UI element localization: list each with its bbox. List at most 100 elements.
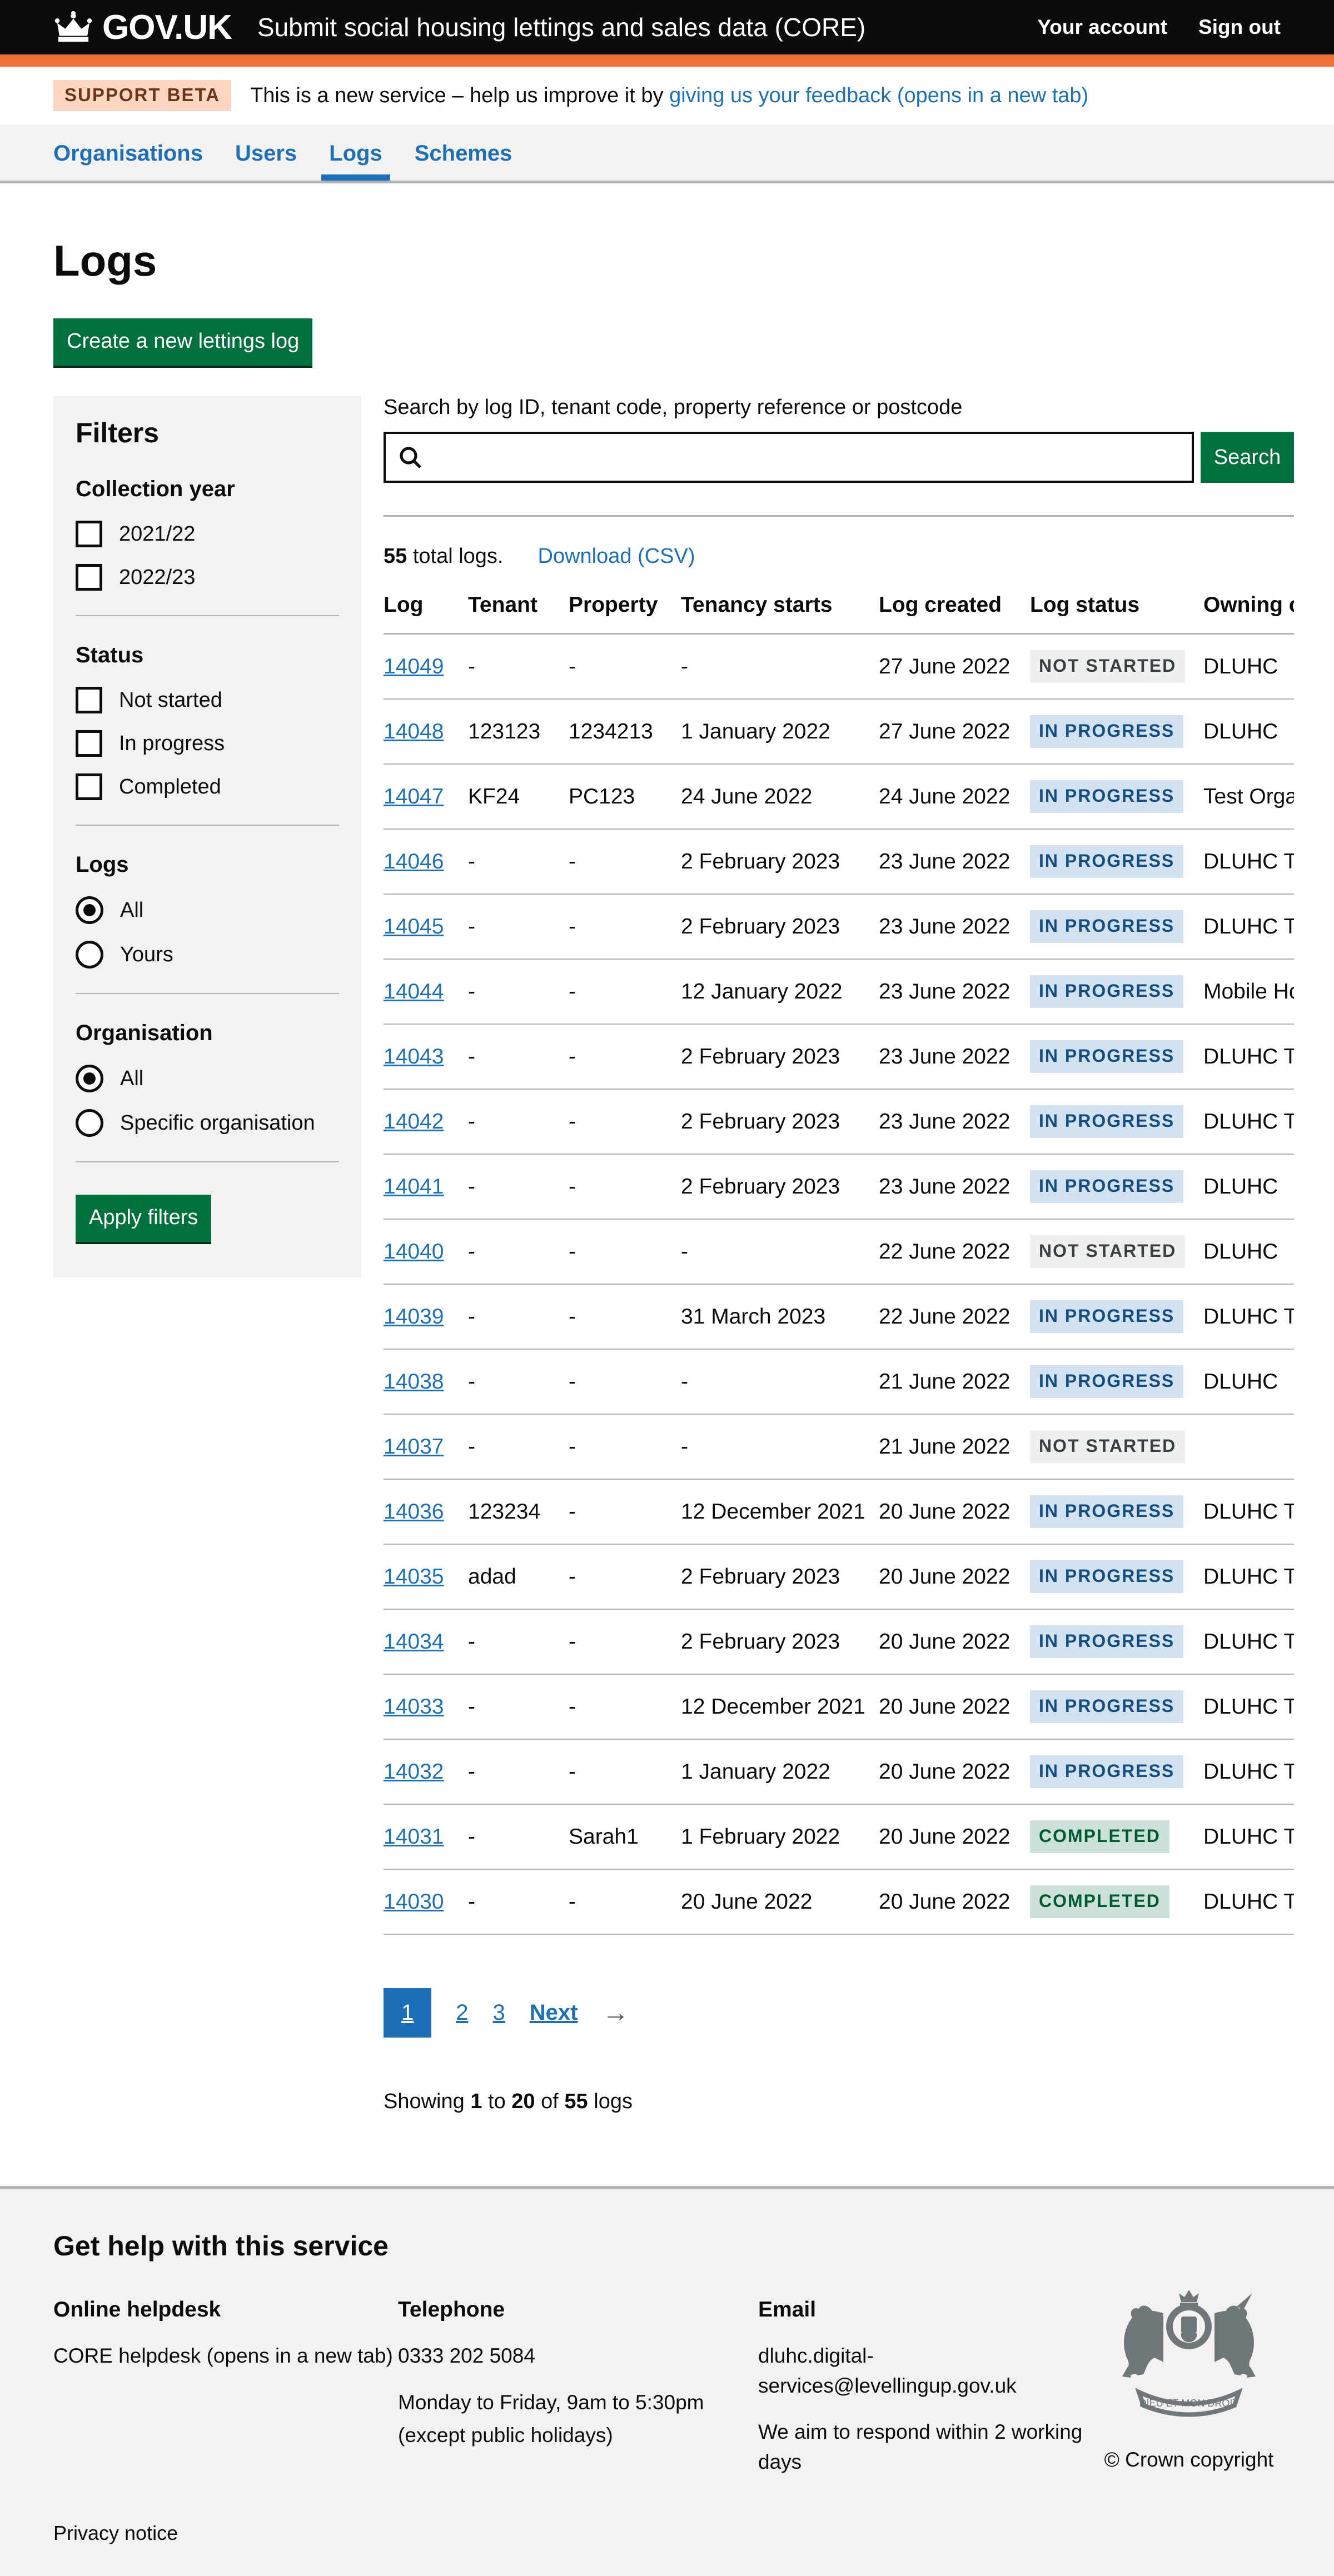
status-badge: In progress	[1030, 1170, 1183, 1203]
log-created-cell: 20 June 2022	[879, 1674, 1030, 1739]
log-status-cell: In progress	[1030, 894, 1203, 959]
owning-organisation-cell: DLUHC Te	[1203, 894, 1294, 959]
nav-link-organisations[interactable]: Organisations	[53, 141, 203, 166]
search-input[interactable]	[384, 432, 1194, 483]
log-id-cell: 14036	[384, 1479, 468, 1544]
nav-link-schemes[interactable]: Schemes	[415, 141, 512, 166]
email-link[interactable]: dluhc.digital-services@levellingup.gov.u…	[758, 2344, 1017, 2397]
radio-logs-all[interactable]	[76, 896, 103, 924]
apply-filters-button[interactable]: Apply filters	[76, 1195, 211, 1242]
tenancy-starts-cell: 12 December 2021	[681, 1674, 879, 1739]
nav-link-users[interactable]: Users	[235, 141, 297, 166]
log-id-link[interactable]: 14043	[384, 1045, 444, 1069]
log-created-cell: 23 June 2022	[879, 959, 1030, 1024]
radio-org-specific[interactable]	[76, 1109, 103, 1137]
radio-logs-yours[interactable]	[76, 941, 103, 969]
log-id-link[interactable]: 14038	[384, 1370, 444, 1394]
tenant-cell: -	[468, 894, 569, 959]
pagination-page-1-current[interactable]: 1	[384, 1988, 431, 2038]
log-id-cell: 14040	[384, 1219, 468, 1284]
search-button[interactable]: Search	[1201, 432, 1294, 483]
log-id-link[interactable]: 14031	[384, 1825, 444, 1849]
checkbox-2021-22[interactable]	[76, 521, 102, 547]
checkbox-label: Completed	[119, 775, 221, 799]
service-name-link[interactable]: Submit social housing lettings and sales…	[257, 12, 865, 42]
log-id-link[interactable]: 14048	[384, 720, 444, 743]
govuk-logo[interactable]: GOV.UK	[53, 8, 232, 47]
showing-of-word: of	[541, 2090, 559, 2113]
pagination-page-2[interactable]: 2	[456, 2000, 468, 2025]
tenant-cell: -	[468, 1154, 569, 1219]
checkbox-option-2021-22[interactable]: 2021/22	[76, 521, 339, 547]
table-row: 14030--20 June 202220 June 2022Completed…	[384, 1869, 1294, 1934]
nav-link-logs[interactable]: Logs	[329, 141, 382, 166]
log-id-link[interactable]: 14032	[384, 1760, 444, 1784]
log-id-link[interactable]: 14044	[384, 980, 444, 1004]
log-id-link[interactable]: 14041	[384, 1175, 444, 1199]
table-row: 14040---22 June 2022Not startedDLUHC	[384, 1219, 1294, 1284]
pagination-page-3[interactable]: 3	[493, 2000, 505, 2025]
crown-copyright-link[interactable]: © Crown copyright	[1104, 2448, 1274, 2472]
status-badge: Completed	[1030, 1820, 1169, 1853]
radio-option-logs-yours[interactable]: Yours	[76, 941, 339, 969]
checkbox-option-in-progress[interactable]: In progress	[76, 730, 339, 757]
pagination-next-link[interactable]: Next	[530, 2000, 578, 2025]
create-lettings-log-button[interactable]: Create a new lettings log	[53, 318, 312, 366]
log-id-link[interactable]: 14036	[384, 1500, 444, 1524]
tenant-cell: -	[468, 1674, 569, 1739]
log-id-link[interactable]: 14033	[384, 1695, 444, 1719]
checkbox-2022-23[interactable]	[76, 564, 102, 591]
log-id-link[interactable]: 14039	[384, 1305, 444, 1329]
checkbox-option-2022-23[interactable]: 2022/23	[76, 564, 339, 591]
log-id-link[interactable]: 14045	[384, 915, 444, 938]
showing-suffix: logs	[594, 2090, 633, 2113]
checkbox-not-started[interactable]	[76, 687, 102, 713]
log-created-cell: 23 June 2022	[879, 1089, 1030, 1154]
owning-organisation-cell: DLUHC Te	[1203, 1869, 1294, 1934]
table-row: 14037---21 June 2022Not started	[384, 1414, 1294, 1479]
log-created-cell: 23 June 2022	[879, 1154, 1030, 1219]
log-id-link[interactable]: 14030	[384, 1890, 444, 1914]
nav-item-logs[interactable]: Logs	[329, 124, 382, 181]
your-account-link[interactable]: Your account	[1037, 16, 1167, 39]
tenancy-starts-cell: -	[681, 634, 879, 700]
log-status-cell: Not started	[1030, 1414, 1203, 1479]
log-created-cell: 20 June 2022	[879, 1479, 1030, 1544]
log-id-cell: 14033	[384, 1674, 468, 1739]
owning-organisation-cell	[1203, 1414, 1294, 1479]
radio-option-logs-all[interactable]: All	[76, 896, 339, 924]
showing-to: 20	[511, 2090, 535, 2113]
privacy-notice-link[interactable]: Privacy notice	[53, 2522, 178, 2544]
feedback-link[interactable]: giving us your feedback (opens in a new …	[669, 84, 1088, 107]
log-id-link[interactable]: 14037	[384, 1435, 444, 1459]
log-id-link[interactable]: 14042	[384, 1110, 444, 1134]
status-badge: Not started	[1030, 1430, 1185, 1463]
pagination-next-arrow-icon[interactable]: →	[602, 1998, 629, 2028]
nav-item-organisations[interactable]: Organisations	[53, 124, 203, 181]
log-created-cell: 23 June 2022	[879, 829, 1030, 894]
log-id-link[interactable]: 14034	[384, 1630, 444, 1654]
checkbox-in-progress[interactable]	[76, 730, 102, 757]
nav-item-users[interactable]: Users	[235, 124, 297, 181]
page-title: Logs	[53, 236, 1294, 286]
tenancy-starts-cell: 2 February 2023	[681, 1089, 879, 1154]
checkbox-option-completed[interactable]: Completed	[76, 773, 339, 800]
radio-option-org-all[interactable]: All	[76, 1065, 339, 1092]
phase-text-before: This is a new service – help us improve …	[250, 84, 663, 107]
nav-item-schemes[interactable]: Schemes	[415, 124, 512, 181]
log-id-link[interactable]: 14035	[384, 1565, 444, 1589]
radio-org-all[interactable]	[76, 1065, 103, 1092]
log-id-link[interactable]: 14046	[384, 850, 444, 873]
checkbox-completed[interactable]	[76, 773, 102, 800]
checkbox-option-not-started[interactable]: Not started	[76, 687, 339, 713]
log-id-link[interactable]: 14047	[384, 785, 444, 808]
log-created-cell: 21 June 2022	[879, 1349, 1030, 1414]
core-helpdesk-link[interactable]: CORE helpdesk (opens in a new tab)	[53, 2344, 393, 2367]
radio-option-org-specific[interactable]: Specific organisation	[76, 1109, 339, 1137]
log-id-link[interactable]: 14049	[384, 655, 444, 678]
download-csv-link[interactable]: Download (CSV)	[538, 545, 695, 568]
sign-out-link[interactable]: Sign out	[1198, 16, 1281, 39]
log-id-link[interactable]: 14040	[384, 1240, 444, 1264]
log-status-cell: In progress	[1030, 829, 1203, 894]
table-row: 14036123234-12 December 202120 June 2022…	[384, 1479, 1294, 1544]
